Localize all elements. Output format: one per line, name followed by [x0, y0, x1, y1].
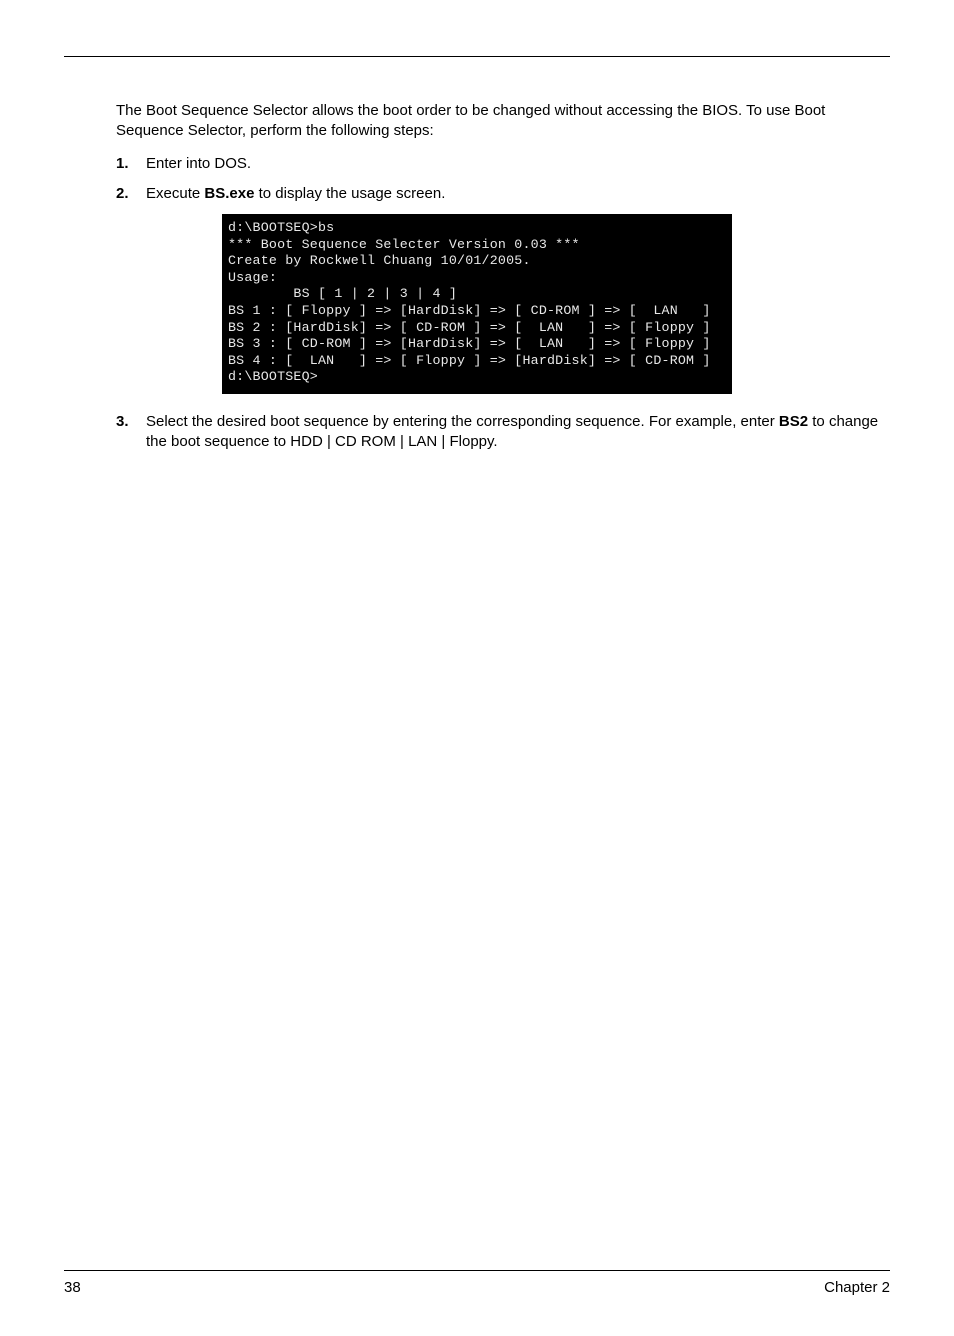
step-text: Execute BS.exe to display the usage scre… [146, 184, 890, 204]
intro-paragraph: The Boot Sequence Selector allows the bo… [116, 101, 880, 142]
step-3: 3. Select the desired boot sequence by e… [116, 412, 890, 453]
step-2: 2. Execute BS.exe to display the usage s… [116, 184, 890, 204]
terminal-line: BS [ 1 | 2 | 3 | 4 ] [228, 286, 726, 303]
terminal-line: Usage: [228, 270, 726, 287]
ordered-steps-list: 1. Enter into DOS. 2. Execute BS.exe to … [116, 154, 890, 205]
step-number: 1. [116, 154, 146, 174]
terminal-line: BS 1 : [ Floppy ] => [HardDisk] => [ CD-… [228, 303, 726, 320]
terminal-line: BS 2 : [HardDisk] => [ CD-ROM ] => [ LAN… [228, 320, 726, 337]
step-number: 2. [116, 184, 146, 204]
terminal-line: BS 4 : [ LAN ] => [ Floppy ] => [HardDis… [228, 353, 726, 370]
bs-exe-label: BS.exe [204, 185, 254, 202]
step-text: Select the desired boot sequence by ente… [146, 412, 890, 453]
footer-horizontal-rule [64, 1270, 890, 1271]
terminal-line: d:\BOOTSEQ>bs [228, 220, 726, 237]
page-number: 38 [64, 1279, 81, 1296]
page: The Boot Sequence Selector allows the bo… [0, 0, 954, 1336]
terminal-line: Create by Rockwell Chuang 10/01/2005. [228, 253, 726, 270]
terminal-line: BS 3 : [ CD-ROM ] => [HardDisk] => [ LAN… [228, 336, 726, 353]
bs2-label: BS2 [779, 413, 808, 430]
chapter-label: Chapter 2 [824, 1279, 890, 1296]
ordered-steps-list-cont: 3. Select the desired boot sequence by e… [116, 412, 890, 453]
step-prefix: Select the desired boot sequence by ente… [146, 413, 779, 430]
page-footer: 38 Chapter 2 [64, 1270, 890, 1296]
footer-row: 38 Chapter 2 [64, 1279, 890, 1296]
step-prefix: Execute [146, 185, 204, 202]
step-suffix: to display the usage screen. [254, 185, 445, 202]
top-horizontal-rule [64, 56, 890, 57]
terminal-line: d:\BOOTSEQ> [228, 369, 726, 386]
dos-terminal-output: d:\BOOTSEQ>bs*** Boot Sequence Selecter … [222, 214, 732, 394]
step-text: Enter into DOS. [146, 154, 890, 174]
step-number: 3. [116, 412, 146, 453]
step-1: 1. Enter into DOS. [116, 154, 890, 174]
terminal-line: *** Boot Sequence Selecter Version 0.03 … [228, 237, 726, 254]
